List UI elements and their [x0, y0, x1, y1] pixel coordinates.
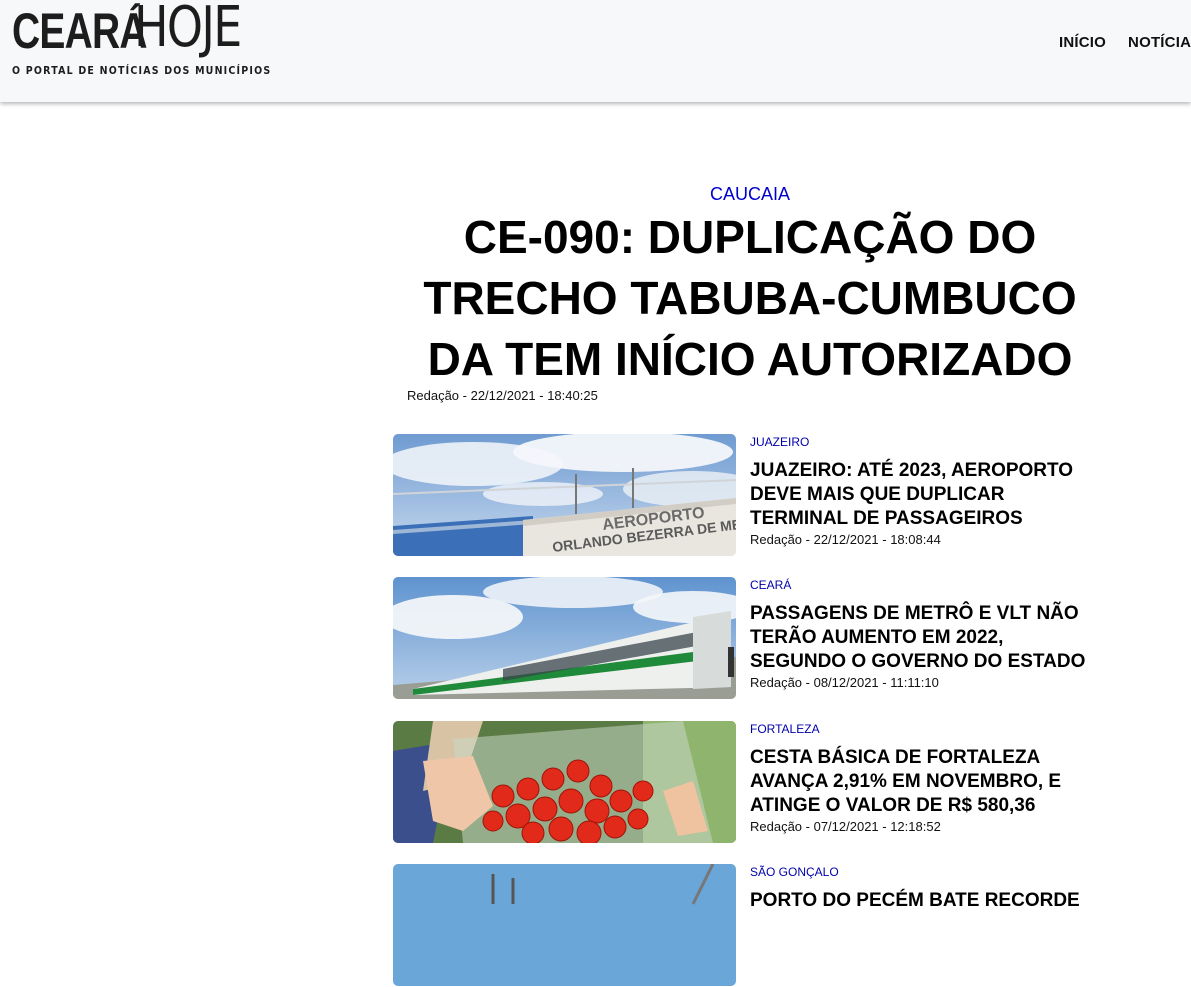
featured-meta: Redação - 22/12/2021 - 18:40:25: [407, 388, 598, 403]
news-item-text: FORTALEZA CESTA BÁSICA DE FORTALEZA AVAN…: [750, 721, 1090, 834]
news-item-text: JUAZEIRO JUAZEIRO: ATÉ 2023, AEROPORTO D…: [750, 434, 1090, 547]
news-category-link[interactable]: SÃO GONÇALO: [750, 865, 1090, 879]
featured-title[interactable]: CE-090: DUPLICAÇÃO DO TRECHO TABUBA-CUMB…: [393, 207, 1107, 390]
site-logo[interactable]: CEARÁHOJE O PORTAL DE NOTÍCIAS DOS MUNIC…: [12, 0, 282, 82]
news-meta: Redação - 22/12/2021 - 18:08:44: [750, 532, 941, 547]
vlt-train-image: [393, 577, 736, 699]
logo-wordmark-ceara: CEARÁ: [12, 3, 148, 59]
news-title-link[interactable]: PASSAGENS DE METRÔ E VLT NÃO TERÃO AUMEN…: [750, 602, 1090, 674]
news-meta: Redação - 07/12/2021 - 12:18:52: [750, 819, 941, 834]
top-nav: INÍCIO NOTÍCIAS: [1059, 34, 1191, 52]
featured-article: CAUCAIA CE-090: DUPLICAÇÃO DO TRECHO TAB…: [393, 180, 1107, 403]
news-category-link[interactable]: CEARÁ: [750, 578, 1090, 592]
airport-image: AEROPORTO ORLANDO BEZERRA DE MENEZES: [393, 434, 736, 556]
list-item: AEROPORTO ORLANDO BEZERRA DE MENEZES JUA…: [393, 434, 1093, 557]
news-meta: Redação - 08/12/2021 - 11:11:10: [750, 675, 939, 690]
news-thumbnail-tomatoes[interactable]: [393, 721, 736, 843]
news-thumbnail-port[interactable]: [393, 864, 736, 986]
list-item: SÃO GONÇALO PORTO DO PECÉM BATE RECORDE: [393, 864, 1093, 987]
list-item: FORTALEZA CESTA BÁSICA DE FORTALEZA AVAN…: [393, 721, 1093, 844]
news-title-link[interactable]: JUAZEIRO: ATÉ 2023, AEROPORTO DEVE MAIS …: [750, 459, 1090, 531]
nav-item-noticias[interactable]: NOTÍCIAS: [1128, 34, 1191, 51]
list-item: CEARÁ PASSAGENS DE METRÔ E VLT NÃO TERÃO…: [393, 577, 1093, 700]
news-item-text: SÃO GONÇALO PORTO DO PECÉM BATE RECORDE: [750, 864, 1090, 914]
news-item-text: CEARÁ PASSAGENS DE METRÔ E VLT NÃO TERÃO…: [750, 577, 1090, 690]
tomatoes-image: [393, 721, 736, 843]
nav-item-inicio[interactable]: INÍCIO: [1059, 34, 1106, 51]
news-thumbnail-airport[interactable]: AEROPORTO ORLANDO BEZERRA DE MENEZES: [393, 434, 736, 556]
news-category-link[interactable]: FORTALEZA: [750, 722, 1090, 736]
logo-wordmark: CEARÁHOJE: [12, 0, 264, 59]
news-thumbnail-vlt[interactable]: [393, 577, 736, 699]
logo-wordmark-hoje: HOJE: [134, 0, 242, 60]
site-header: CEARÁHOJE O PORTAL DE NOTÍCIAS DOS MUNIC…: [0, 0, 1191, 102]
port-image: [393, 864, 736, 986]
logo-tagline: O PORTAL DE NOTÍCIAS DOS MUNICÍPIOS: [12, 64, 272, 77]
news-title-link[interactable]: PORTO DO PECÉM BATE RECORDE: [750, 889, 1090, 913]
news-title-link[interactable]: CESTA BÁSICA DE FORTALEZA AVANÇA 2,91% E…: [750, 746, 1090, 818]
featured-category-link[interactable]: CAUCAIA: [393, 184, 1107, 205]
news-category-link[interactable]: JUAZEIRO: [750, 435, 1090, 449]
